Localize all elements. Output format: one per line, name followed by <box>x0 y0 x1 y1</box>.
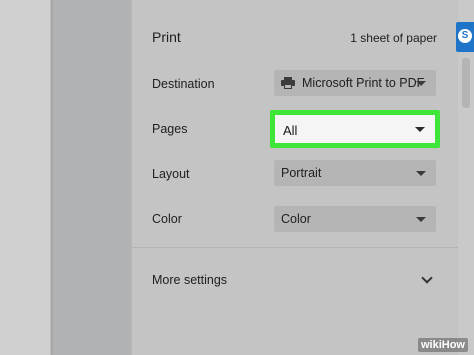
color-select[interactable]: Color <box>274 206 436 232</box>
watermark-logo: wikiHow <box>417 338 468 352</box>
chevron-down-icon[interactable] <box>421 272 433 284</box>
layout-value: Portrait <box>281 166 322 180</box>
page-title: Print <box>152 29 181 45</box>
caret-down-icon <box>416 217 426 222</box>
print-settings-panel: Print 1 sheet of paper Destination Micro… <box>131 0 459 355</box>
divider <box>132 247 459 248</box>
skype-icon: S <box>458 29 472 43</box>
caret-down-icon <box>415 127 425 132</box>
print-header: Print 1 sheet of paper <box>132 0 459 72</box>
color-label: Color <box>152 212 182 226</box>
pages-value: All <box>283 123 298 138</box>
layout-select[interactable]: Portrait <box>274 160 436 186</box>
scrollbar-thumb[interactable] <box>462 58 470 108</box>
caret-down-icon <box>416 171 426 176</box>
layout-label: Layout <box>152 167 190 181</box>
side-strip <box>458 0 474 355</box>
printer-icon <box>281 77 295 89</box>
sheet-count: 1 sheet of paper <box>350 31 437 45</box>
print-preview-area <box>0 0 131 355</box>
pages-select[interactable]: All <box>270 110 440 148</box>
more-settings-toggle[interactable]: More settings <box>152 273 227 287</box>
destination-value: Microsoft Print to PDF <box>302 76 425 90</box>
skype-button[interactable]: S <box>456 22 474 52</box>
preview-page <box>0 0 51 355</box>
destination-label: Destination <box>152 77 215 91</box>
pages-label: Pages <box>152 122 188 136</box>
destination-select[interactable]: Microsoft Print to PDF <box>274 70 436 96</box>
caret-down-icon <box>416 81 426 86</box>
color-value: Color <box>281 212 311 226</box>
